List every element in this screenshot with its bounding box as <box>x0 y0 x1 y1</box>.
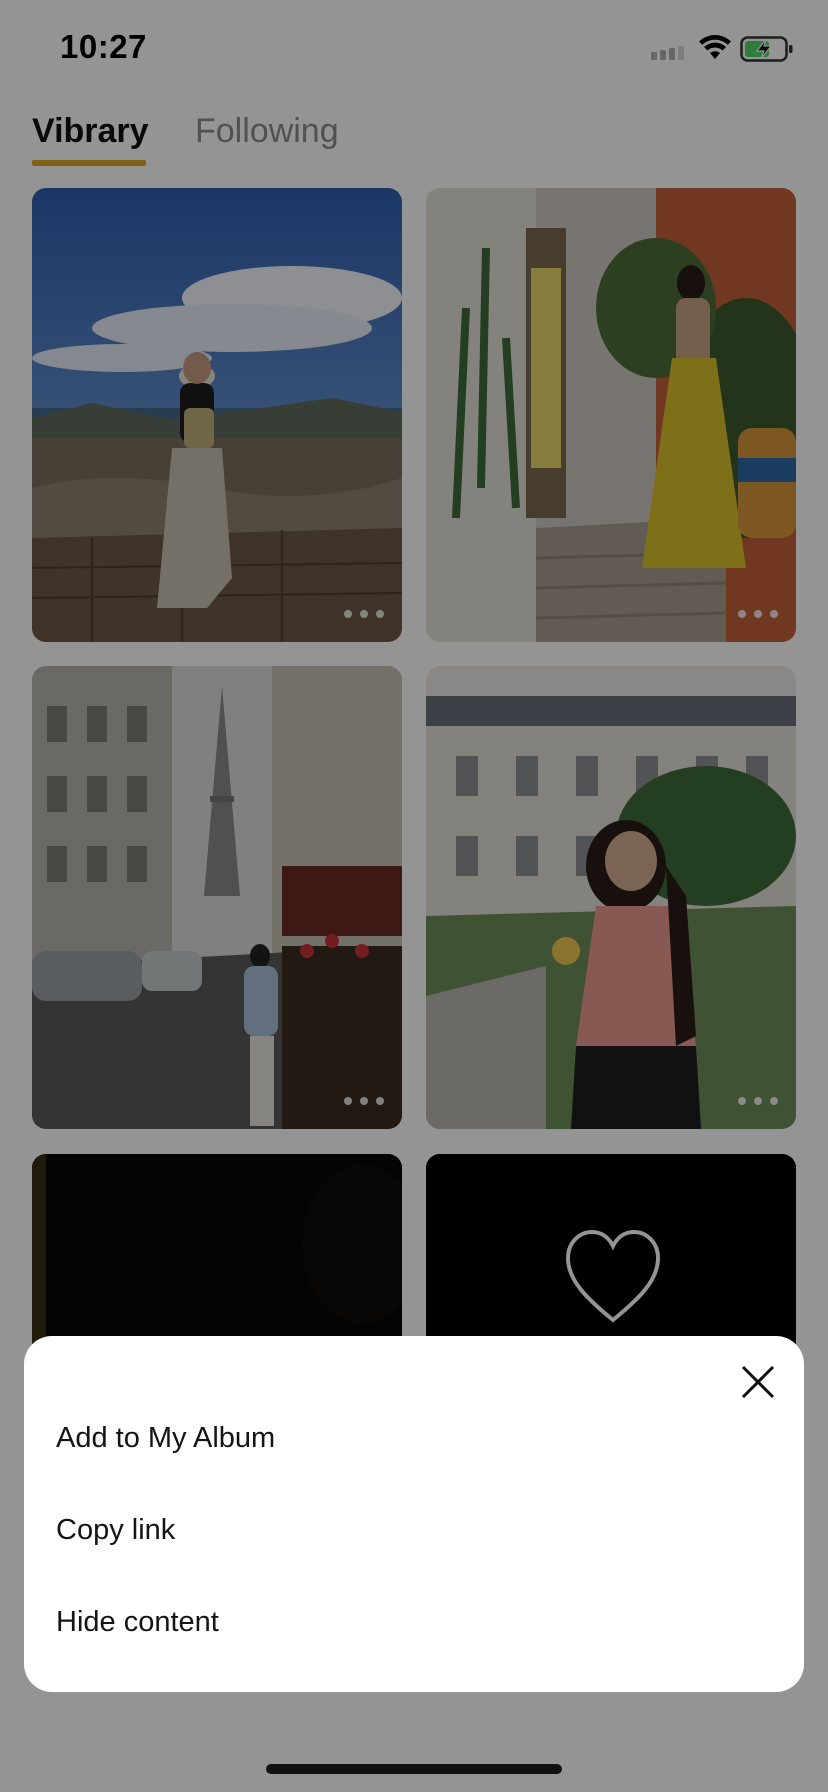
copy-link-button[interactable]: Copy link <box>56 1514 175 1547</box>
home-indicator <box>266 1764 562 1774</box>
add-to-album-button[interactable]: Add to My Album <box>56 1422 275 1455</box>
hide-content-button[interactable]: Hide content <box>56 1606 219 1639</box>
action-sheet: Add to My Album Copy link Hide content <box>24 1336 804 1692</box>
close-icon[interactable] <box>738 1362 778 1402</box>
app-screen: 10:27 Vibrary Following Add to My Album … <box>0 0 828 1792</box>
